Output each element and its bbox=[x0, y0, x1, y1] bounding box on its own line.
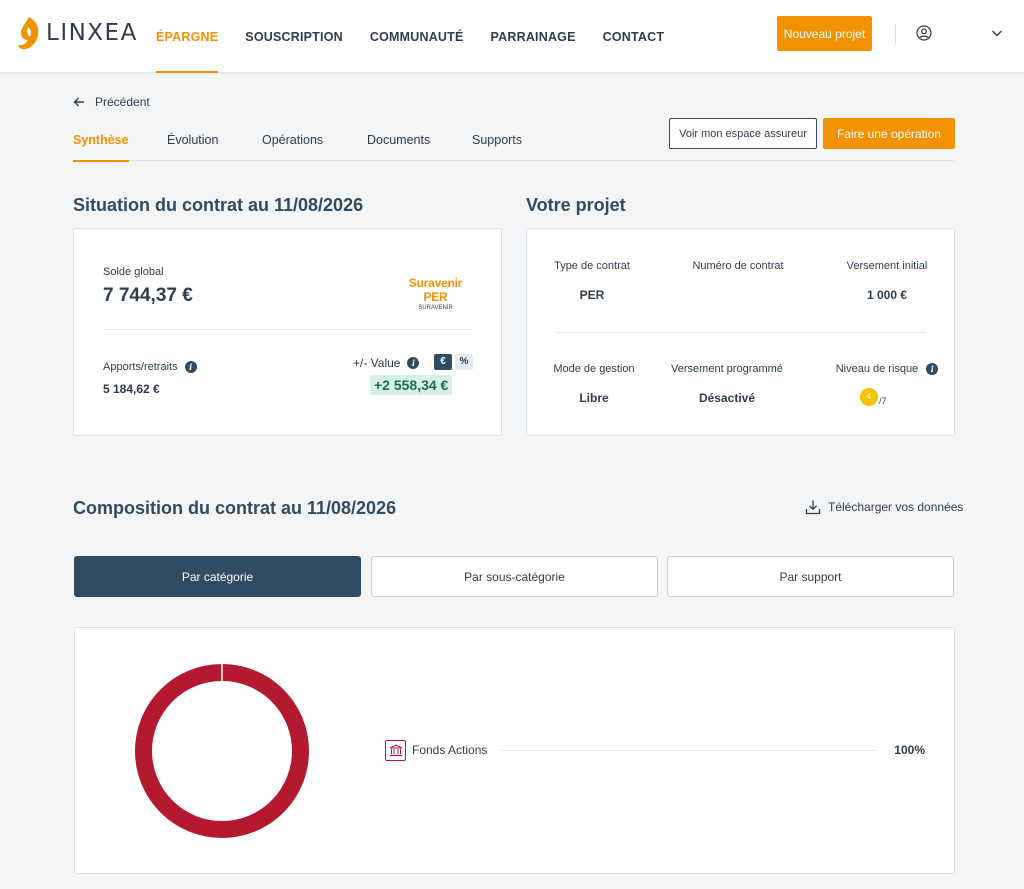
main-nav: ÉPARGNE SOUSCRIPTION COMMUNAUTÉ PARRAINA… bbox=[156, 0, 691, 73]
risk-indicator: 4 /7 bbox=[860, 388, 887, 406]
type-value: PER bbox=[579, 288, 605, 302]
allocation-donut-chart bbox=[135, 664, 309, 838]
versement-initial-value: 1 000 € bbox=[866, 288, 908, 302]
nav-communaute[interactable]: COMMUNAUTÉ bbox=[370, 0, 464, 73]
apports-label-row: Apports/retraits i bbox=[103, 361, 197, 373]
toggle-euro[interactable]: € bbox=[434, 354, 452, 370]
projet-divider bbox=[556, 332, 926, 333]
partner-logo-text: Suravenir PER bbox=[408, 276, 463, 304]
gestion-label: Mode de gestion bbox=[553, 363, 635, 375]
risk-max: /7 bbox=[879, 396, 887, 406]
user-circle-icon[interactable] bbox=[916, 25, 932, 41]
numero-label: Numéro de contrat bbox=[692, 260, 784, 272]
situation-title: Situation du contrat au 11/08/2026 bbox=[73, 195, 364, 215]
insurer-space-button[interactable]: Voir mon espace assureur bbox=[669, 118, 817, 149]
versement-initial-label: Versement initial bbox=[846, 260, 928, 272]
arrow-left-icon bbox=[73, 97, 84, 107]
download-data-link[interactable]: Télécharger vos données bbox=[805, 499, 963, 515]
risque-label-row: Niveau de risque i bbox=[817, 363, 957, 375]
value-amount: +2 558,34 € bbox=[370, 375, 453, 395]
type-label: Type de contrat bbox=[554, 260, 630, 272]
composition-title: Composition du contrat au 11/08/2026 bbox=[73, 498, 397, 518]
download-icon bbox=[805, 500, 821, 515]
solde-label: Solde global bbox=[103, 266, 164, 278]
nav-divider bbox=[895, 24, 896, 44]
download-label: Télécharger vos données bbox=[828, 500, 964, 514]
nav-souscription[interactable]: SOUSCRIPTION bbox=[245, 0, 343, 73]
make-operation-button[interactable]: Faire une opération bbox=[823, 118, 955, 149]
info-icon[interactable]: i bbox=[184, 361, 197, 373]
tab-operations[interactable]: Opérations bbox=[262, 119, 323, 161]
legend-leader-line bbox=[499, 749, 877, 751]
partner-logo-sub: SURAVENIR bbox=[418, 305, 453, 311]
segment-par-support[interactable]: Par support bbox=[667, 556, 954, 597]
value-label-row: +/- Value i bbox=[353, 356, 420, 370]
apports-value: 5 184,62 € bbox=[103, 382, 160, 396]
suravenir-logo: Suravenir PER SURAVENIR bbox=[398, 276, 473, 311]
top-navigation-bar: LINXEA ÉPARGNE SOUSCRIPTION COMMUNAUTÉ P… bbox=[0, 0, 1024, 73]
new-project-button[interactable]: Nouveau projet bbox=[777, 16, 872, 51]
tab-evolution[interactable]: Évolution bbox=[167, 119, 218, 161]
legend-row: Fonds Actions 100% bbox=[385, 739, 925, 761]
squirrel-logo-icon bbox=[18, 17, 39, 50]
segment-par-categorie[interactable]: Par catégorie bbox=[74, 556, 361, 597]
contract-tabs: Synthèse Évolution Opérations Documents … bbox=[73, 119, 954, 162]
apports-label: Apports/retraits bbox=[103, 361, 178, 373]
info-icon[interactable]: i bbox=[926, 363, 939, 375]
toggle-percent[interactable]: % bbox=[455, 354, 473, 370]
situation-card: Solde global 7 744,37 € Suravenir PER SU… bbox=[73, 228, 502, 436]
legend-percent: 100% bbox=[894, 743, 925, 757]
tab-documents[interactable]: Documents bbox=[367, 119, 430, 161]
projet-title: Votre projet bbox=[526, 195, 626, 215]
programme-label: Versement programmé bbox=[671, 363, 783, 375]
brand-name: LINXEA bbox=[46, 20, 138, 46]
programme-value: Désactivé bbox=[698, 391, 756, 405]
legend-label: Fonds Actions bbox=[412, 743, 488, 757]
donut-slice-0[interactable] bbox=[135, 664, 309, 838]
tab-synthese[interactable]: Synthèse bbox=[73, 119, 129, 162]
info-icon[interactable]: i bbox=[407, 357, 420, 369]
value-label: +/- Value bbox=[353, 356, 401, 370]
bank-building-icon bbox=[385, 739, 406, 761]
nav-parrainage[interactable]: PARRAINAGE bbox=[491, 0, 576, 73]
nav-contact[interactable]: CONTACT bbox=[603, 0, 665, 73]
linxea-logo[interactable]: LINXEA bbox=[16, 15, 138, 51]
chevron-down-icon[interactable] bbox=[991, 28, 1003, 38]
back-link[interactable]: Précédent bbox=[73, 95, 150, 109]
nav-epargne[interactable]: ÉPARGNE bbox=[156, 0, 219, 73]
segment-par-sous-categorie[interactable]: Par sous-catégorie bbox=[371, 556, 658, 597]
tab-supports[interactable]: Supports bbox=[472, 119, 522, 161]
situation-divider bbox=[103, 329, 473, 330]
solde-value: 7 744,37 € bbox=[103, 285, 193, 306]
gestion-value: Libre bbox=[579, 391, 609, 405]
risque-label: Niveau de risque bbox=[835, 363, 919, 375]
projet-card: Type de contrat PER Numéro de contrat Ve… bbox=[526, 228, 955, 436]
risk-level-badge: 4 bbox=[860, 388, 878, 406]
back-label: Précédent bbox=[95, 95, 150, 109]
